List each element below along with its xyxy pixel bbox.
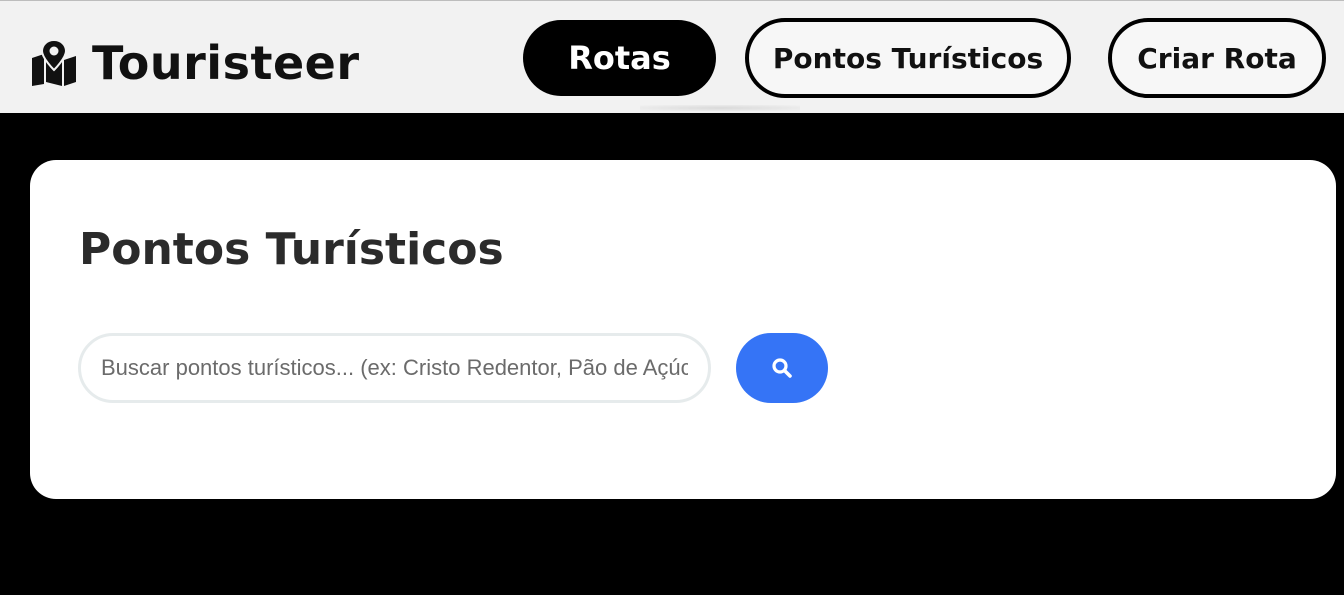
nav-shadow [640,105,800,111]
nav-criar-rota-button[interactable]: Criar Rota [1108,18,1326,98]
header-bar: Touristeer Rotas Pontos Turísticos Criar… [0,0,1344,113]
logo[interactable]: Touristeer [30,36,360,90]
page-title: Pontos Turísticos [79,224,504,275]
map-marker-icon [32,40,76,86]
search-card: Pontos Turísticos [30,160,1336,499]
nav-pontos-turisticos-button[interactable]: Pontos Turísticos [745,18,1071,98]
search-button[interactable] [736,333,828,403]
nav-rotas-button[interactable]: Rotas [523,20,716,96]
logo-text: Touristeer [92,36,360,90]
search-input[interactable] [78,333,711,403]
search-icon [772,358,792,378]
